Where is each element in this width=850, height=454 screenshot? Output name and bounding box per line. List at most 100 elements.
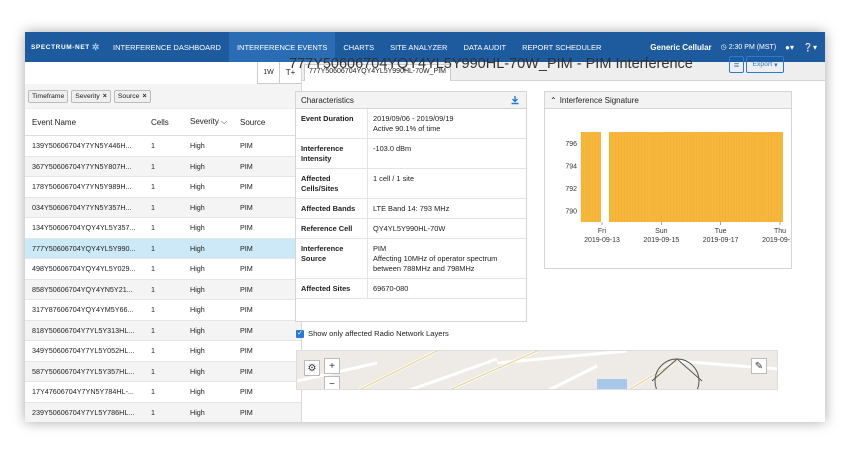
table-row[interactable]: 818Y50606704Y7YL5Y313HL... 1 High PIM [25,320,301,341]
characteristic-row: Interference Intensity -103.0 dBm [296,138,526,169]
table-row[interactable]: 139Y50606704Y7YN5Y446H... 1 High PIM [25,136,301,157]
checkbox-label: Show only affected Radio Network Layers [308,329,449,338]
table-row[interactable]: 317Y87606704YQY4YM5Y66... 1 High PIM [25,300,301,321]
cell-severity: High [190,284,205,294]
signature-header: ⌃ Interference Signature [545,92,791,109]
close-icon[interactable]: × [142,93,146,100]
table-row[interactable]: 498Y50606704YQY4YL5Y029... 1 High PIM [25,259,301,280]
table-row[interactable]: 034Y50606704Y7YN5Y357H... 1 High PIM [25,197,301,218]
cell-severity: High [190,182,205,192]
characteristic-key: Interference Source [296,238,368,278]
export-label: Export [752,61,773,68]
cell-source: PIM [240,346,253,356]
header-severity[interactable]: Severity ⌵ [183,117,233,127]
nav-interference-dashboard[interactable]: INTERFERENCE DASHBOARD [105,32,229,62]
event-table-body: 139Y50606704Y7YN5Y446H... 1 High PIM 367Y506… [25,136,301,422]
header-severity-label: Severity [190,117,219,126]
chip-source[interactable]: Source × [113,89,151,103]
characteristic-row: Event Duration 2019/09/06 - 2019/09/19 Act… [296,109,526,139]
cell-event-name: 239Y50606704Y7YL5Y786HL... [32,407,135,417]
help-icon[interactable]: ❔▾ [803,43,817,52]
affected-layers-toggle[interactable]: ✓ Show only affected Radio Network Layer… [296,329,449,338]
cell-event-name: 178Y50606704Y7YN5Y989H... [32,182,132,192]
map-streets [297,351,777,389]
cell-cells: 1 [151,141,155,151]
cell-severity: High [190,325,205,335]
chip-timeframe[interactable]: Timeframe [28,89,69,103]
characteristic-key: Event Duration [296,109,368,138]
characteristic-value: 69670-080 [368,279,526,298]
cell-source: PIM [240,182,253,192]
zoom-out-button[interactable]: − [324,376,340,389]
cell-source: PIM [240,264,253,274]
table-row[interactable]: 587Y50606704Y7YL5Y357HL... 1 High PIM [25,361,301,382]
cell-source: PIM [240,387,253,397]
export-button[interactable]: Export ▾ [746,56,784,73]
collapse-icon[interactable]: ⌃ [550,96,557,105]
cell-source: PIM [240,407,253,417]
cell-severity: High [190,264,205,274]
table-row[interactable]: 777Y50606704YQY4YL5Y990... 1 High PIM [25,238,301,259]
characteristic-key: Interference Intensity [296,138,368,168]
download-icon[interactable] [510,95,520,105]
table-row[interactable]: 349Y50606704Y7YL5Y052HL... 1 High PIM [25,341,301,362]
gear-icon[interactable]: ⚙ [304,360,320,376]
cell-severity: High [190,346,205,356]
checkbox[interactable]: ✓ [296,329,304,338]
cell-cells: 1 [151,202,155,212]
map[interactable]: ⚙ + − ✎ [296,350,778,390]
chevron-down-icon: ▾ [774,61,778,69]
logo[interactable]: SPECTRUM-NET ✲ [25,42,105,53]
header-source[interactable]: Source [233,118,293,127]
cell-event-name: 317Y87606704YQY4YM5Y66... [32,305,134,315]
cell-cells: 1 [151,264,155,274]
signature-chart: 796 794 792 790 Fri 2019-09-13 Sun 2019-09-15 Tu… [565,132,798,244]
cell-event-name: 034Y50606704Y7YN5Y357H... [32,202,132,212]
characteristic-value-detail: Active 90.1% of time [373,123,441,133]
table-row[interactable]: 134Y50606704YQY4YL5Y357... 1 High PIM [25,218,301,239]
table-header: Event Name Cells Severity ⌵ Source [25,109,301,136]
table-row[interactable]: 178Y50606704Y7YN5Y989H... 1 High PIM [25,177,301,198]
clock[interactable]: ◷ 2:30 PM (MST) [721,43,777,51]
table-row[interactable]: 17Y47606704Y7YN5Y784HL-... 1 High PIM [25,382,301,403]
cell-severity: High [190,141,205,151]
heatmap-gap [601,132,609,222]
chevron-down-icon: ⌵ [221,117,228,126]
cell-cells: 1 [151,346,155,356]
characteristic-value-detail: Affecting 10MHz of operator spectrum bet… [373,253,498,273]
list-menu-button[interactable]: ≡ [729,56,744,73]
cell-severity: High [190,305,205,315]
table-row[interactable]: 858Y50606704YQY4YN5Y21... 1 High PIM [25,279,301,300]
characteristic-value: LTE Band 14: 793 MHz [368,199,526,218]
cell-cells: 1 [151,305,155,315]
cell-severity: High [190,223,205,233]
chip-severity[interactable]: Severity × [71,89,111,103]
cell-event-name: 139Y50606704Y7YN5Y446H... [32,141,132,151]
close-icon[interactable]: × [103,93,107,100]
clock-text: 2:30 PM (MST) [728,44,777,51]
header-event-name[interactable]: Event Name [25,118,144,127]
cell-source: PIM [240,284,253,294]
cell-source: PIM [240,161,253,171]
table-row[interactable]: 367Y50606704Y7YN5Y807H... 1 High PIM [25,156,301,177]
zoom-in-button[interactable]: + [324,358,340,374]
characteristic-value-line: QY4YL5Y990HL-70W [373,223,446,233]
timeframe-button[interactable]: 1W [257,61,279,84]
table-row[interactable]: 239Y50606704Y7YL5Y786HL... 1 High PIM [25,402,301,422]
cell-cells: 1 [151,284,155,294]
cell-event-name: 858Y50606704YQY4YN5Y21... [32,284,133,294]
org-name[interactable]: Generic Cellular [650,43,711,52]
pencil-icon[interactable]: ✎ [751,358,767,374]
characteristic-row: Interference Source PIM Affecting 10MHz of… [296,238,526,279]
nav-right: Generic Cellular ◷ 2:30 PM (MST) ●▾ ❔▾ [650,43,825,52]
chip-label: Severity [75,92,100,100]
header-cells[interactable]: Cells [144,118,183,127]
x-tick-day: Tue [715,228,727,235]
chip-label: Source [117,92,140,100]
user-icon[interactable]: ●▾ [785,43,794,52]
search-input[interactable] [25,61,257,84]
cell-cells: 1 [151,366,155,376]
cell-event-name: 17Y47606704Y7YN5Y784HL-... [32,387,134,397]
cell-cells: 1 [151,325,155,335]
x-tick-date: 2019-09-19 [762,237,791,244]
